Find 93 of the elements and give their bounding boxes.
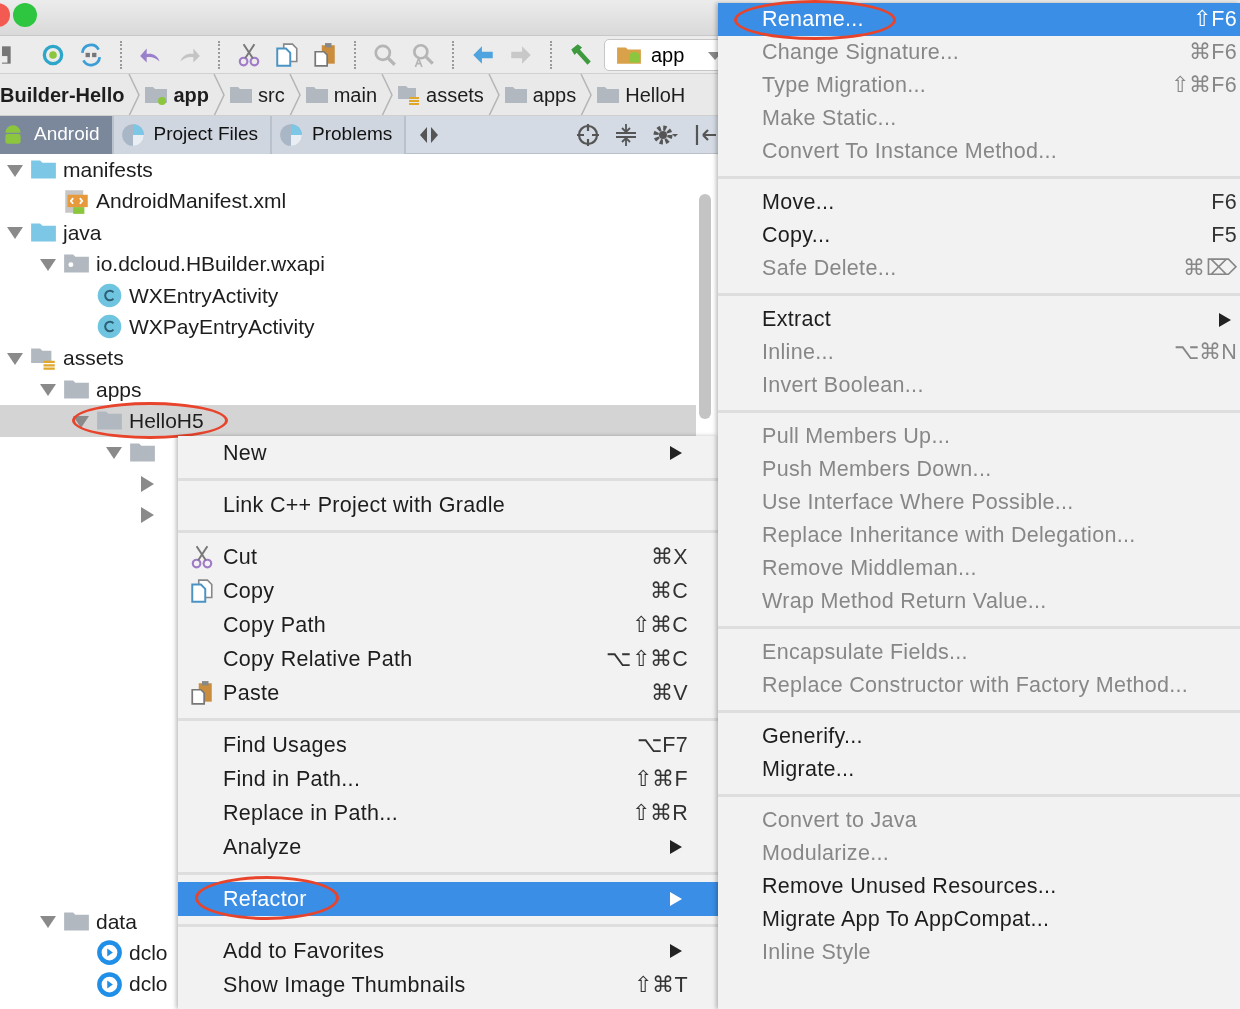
- breadcrumb-item[interactable]: assets: [393, 74, 488, 115]
- tree-item[interactable]: HelloH5: [0, 405, 696, 437]
- menu-item[interactable]: Find in Path... ⇧⌘F: [178, 762, 718, 796]
- menu-item[interactable]: Migrate...: [718, 753, 1240, 786]
- shortcut-text: F5: [1211, 222, 1237, 250]
- collapsed-arrow-icon[interactable]: [138, 474, 156, 493]
- shortcut-text: ⌥⌘N: [1173, 339, 1237, 367]
- tool-window-tab[interactable]: Problems: [272, 115, 407, 154]
- tree-item[interactable]: WXEntryActivity: [0, 279, 285, 311]
- chevron-icon: [128, 74, 141, 115]
- tree-item[interactable]: AndroidManifest.xml: [0, 185, 293, 217]
- submenu-arrow-icon: [670, 944, 682, 958]
- shortcut-text: ⌘V: [651, 679, 688, 707]
- paste-icon[interactable]: [312, 41, 338, 68]
- scissors-icon: [189, 544, 215, 570]
- scrollbar[interactable]: [699, 194, 711, 419]
- hammer-icon[interactable]: [568, 41, 594, 68]
- tree-item[interactable]: WXPayEntryActivity: [0, 310, 321, 343]
- chevron-icon: [288, 74, 301, 115]
- shortcut-text: ⌘F6: [1189, 39, 1237, 67]
- breadcrumb-item[interactable]: app: [140, 74, 213, 115]
- crosshair-icon[interactable]: [576, 122, 601, 147]
- tree-item[interactable]: data: [0, 905, 143, 938]
- shortcut-text: ⌘⌦: [1183, 255, 1237, 283]
- breadcrumb-item[interactable]: src: [225, 74, 289, 115]
- submenu-arrow-icon: [670, 892, 682, 906]
- menu-item[interactable]: Copy Relative Path ⌥⇧⌘C: [178, 642, 718, 676]
- menu-item[interactable]: Paste ⌘V: [178, 676, 718, 710]
- pie-icon: [278, 121, 305, 148]
- collapsed-arrow-icon[interactable]: [138, 506, 156, 524]
- chevron-icon: [580, 74, 593, 115]
- play-circle-icon: [96, 939, 123, 967]
- shortcut-text: ⌘C: [649, 577, 688, 605]
- menu-item[interactable]: Copy... F5: [718, 219, 1240, 252]
- menu-item[interactable]: Migrate App To AppCompat...: [718, 903, 1240, 936]
- shortcut-text: ⇧⌘T: [633, 971, 688, 999]
- play-circle-icon: [96, 970, 123, 998]
- menu-item[interactable]: Generify...: [718, 720, 1240, 753]
- breadcrumb-item[interactable]: HelloH: [592, 74, 690, 115]
- search-icon[interactable]: [372, 41, 398, 68]
- menu-item[interactable]: Find Usages ⌥F7: [178, 728, 718, 762]
- shortcut-text: ⇧⌘R: [631, 799, 688, 827]
- shortcut-text: ⇧F6: [1193, 6, 1237, 34]
- class-icon: [96, 281, 123, 309]
- tool-window-tab[interactable]: Android: [0, 115, 114, 154]
- manifest-icon: [63, 187, 90, 215]
- menu-item[interactable]: Cut ⌘X: [178, 540, 718, 574]
- shortcut-text: ⇧⌘C: [631, 611, 688, 639]
- shortcut-text: ⌥F7: [637, 731, 688, 759]
- shortcut-text: ⇧⌘F: [633, 765, 688, 793]
- breadcrumb-item[interactable]: apps: [499, 74, 581, 115]
- clipboard-icon: [189, 680, 215, 706]
- menu-item[interactable]: New: [178, 436, 718, 470]
- chevron-icon: [381, 74, 394, 115]
- tree-item[interactable]: io.dcloud.HBuilder.wxapi: [0, 248, 331, 280]
- menu-item[interactable]: Add to Favorites: [178, 934, 718, 968]
- tree-item[interactable]: java: [0, 216, 108, 249]
- breadcrumb-item[interactable]: Builder-Hello: [0, 74, 129, 115]
- menu-item[interactable]: Move... F6: [718, 186, 1240, 219]
- chevron-icon: [487, 74, 500, 115]
- menu-item[interactable]: Copy Path ⇧⌘C: [178, 608, 718, 642]
- breadcrumb-item[interactable]: main: [300, 74, 382, 115]
- menu-item[interactable]: Copy ⌘C: [178, 574, 718, 608]
- tree-item[interactable]: apps: [0, 373, 148, 406]
- class-icon: [96, 313, 123, 341]
- shortcut-text: F6: [1211, 189, 1237, 217]
- menu-item[interactable]: Replace in Path... ⇧⌘R: [178, 796, 718, 830]
- menu-item[interactable]: Link C++ Project with Gradle: [178, 488, 718, 522]
- tree-item[interactable]: dclo: [0, 937, 174, 969]
- submenu-arrow-icon: [1219, 312, 1231, 327]
- shortcut-text: ⇧⌘F6: [1170, 72, 1237, 100]
- collapse-all-icon[interactable]: [614, 122, 639, 147]
- documents-icon: [189, 578, 215, 604]
- shortcut-text: ⌥⇧⌘C: [606, 645, 688, 673]
- submenu-arrow-icon: [670, 840, 682, 854]
- menu-item[interactable]: Show Image Thumbnails ⇧⌘T: [178, 968, 718, 1002]
- find-replace-icon[interactable]: [410, 41, 436, 68]
- tree-item[interactable]: dclo: [0, 968, 174, 1000]
- cut-icon[interactable]: [236, 41, 262, 68]
- menu-item[interactable]: Extract: [718, 303, 1240, 336]
- sync-icon[interactable]: [78, 41, 104, 68]
- shortcut-text: ⌘X: [651, 543, 688, 571]
- tree-item[interactable]: assets: [0, 342, 130, 374]
- pie-icon: [119, 121, 146, 148]
- window-zoom-button[interactable]: [13, 3, 37, 27]
- menu-item[interactable]: Analyze: [178, 830, 718, 864]
- chevron-icon: [213, 74, 225, 115]
- copy-icon[interactable]: [274, 41, 300, 68]
- tool-window-tab[interactable]: Project Files: [113, 115, 273, 154]
- menu-item[interactable]: Remove Unused Resources...: [718, 870, 1240, 903]
- pin-left-icon[interactable]: [694, 122, 719, 147]
- tree-item[interactable]: manifests: [0, 154, 159, 186]
- submenu-arrow-icon: [670, 446, 682, 460]
